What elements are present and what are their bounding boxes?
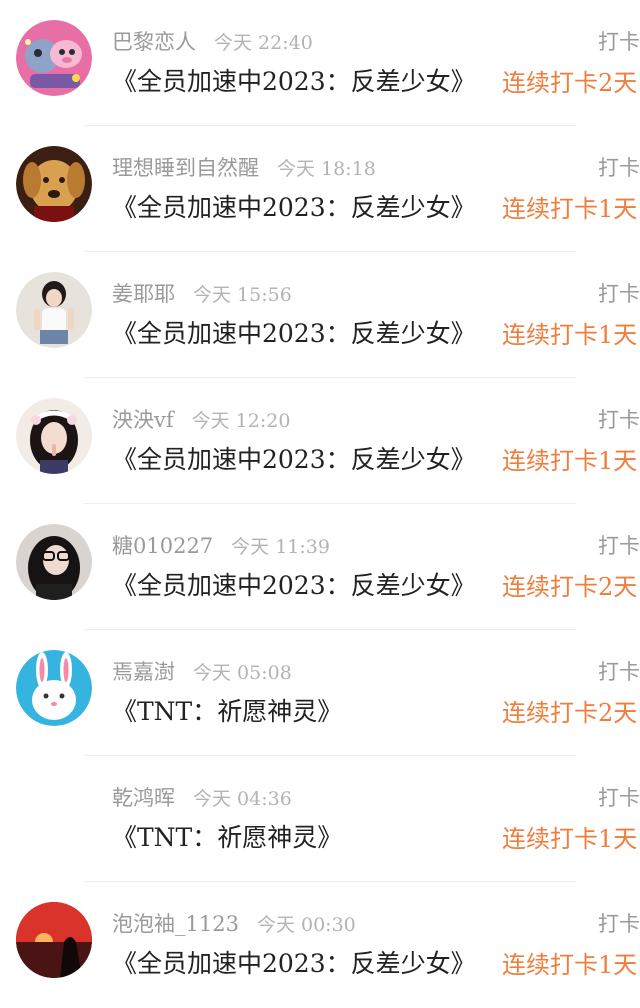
username[interactable]: 姜耶耶 — [112, 282, 175, 306]
username[interactable]: 泡泡袖_1123 — [112, 912, 239, 936]
streak-badge: 连续打卡1天 — [502, 195, 638, 223]
show-title[interactable]: 《全员加速中2023：反差少女》 — [112, 566, 490, 602]
checkin-item[interactable]: 糖010227 今天 11:39 打卡 《全员加速中2023：反差少女》 连续打卡… — [0, 504, 640, 630]
checkin-label: 打卡 — [598, 30, 640, 54]
show-title[interactable]: 《全员加速中2023：反差少女》 — [112, 440, 490, 476]
show-title[interactable]: 《TNT：祈愿神灵》 — [112, 818, 490, 854]
timestamp: 今天 22:40 — [214, 32, 313, 54]
username[interactable]: 乾鸿晖 — [112, 786, 175, 810]
show-title[interactable]: 《全员加速中2023：反差少女》 — [112, 314, 490, 350]
show-title[interactable]: 《全员加速中2023：反差少女》 — [112, 62, 490, 98]
checkin-label: 打卡 — [598, 534, 640, 558]
checkin-item[interactable]: 理想睡到自然醒 今天 18:18 打卡 《全员加速中2023：反差少女》 连续打卡… — [0, 126, 640, 252]
checkin-item[interactable]: 泡泡袖_1123 今天 00:30 打卡 《全员加速中2023：反差少女》 连续打… — [0, 882, 640, 1008]
checkin-list: 巴黎恋人 今天 22:40 打卡 《全员加速中2023：反差少女》 连续打卡2天 … — [0, 0, 640, 979]
checkin-label: 打卡 — [598, 660, 640, 684]
streak-badge: 连续打卡1天 — [502, 321, 638, 349]
username[interactable]: 理想睡到自然醒 — [112, 156, 259, 180]
checkin-label: 打卡 — [598, 408, 640, 432]
checkin-item[interactable]: 焉嘉澍 今天 05:08 打卡 《TNT：祈愿神灵》 连续打卡2天 — [0, 630, 640, 756]
streak-badge: 连续打卡2天 — [502, 69, 638, 97]
checkin-item[interactable]: 泱泱vf 今天 12:20 打卡 《全员加速中2023：反差少女》 连续打卡1天 — [0, 378, 640, 504]
item-meta: 焉嘉澍 今天 05:08 — [112, 656, 292, 686]
streak-badge: 连续打卡2天 — [502, 573, 638, 601]
username[interactable]: 巴黎恋人 — [112, 30, 196, 54]
username[interactable]: 焉嘉澍 — [112, 660, 175, 684]
checkin-item[interactable]: 姜耶耶 今天 15:56 打卡 《全员加速中2023：反差少女》 连续打卡1天 — [0, 252, 640, 378]
avatar[interactable] — [16, 650, 92, 726]
avatar[interactable] — [16, 524, 92, 600]
streak-badge: 连续打卡1天 — [502, 825, 638, 853]
avatar[interactable] — [16, 902, 92, 978]
timestamp: 今天 00:30 — [256, 914, 356, 936]
show-title[interactable]: 《全员加速中2023：反差少女》 — [112, 944, 490, 980]
checkin-item[interactable]: 巴黎恋人 今天 22:40 打卡 《全员加速中2023：反差少女》 连续打卡2天 — [0, 0, 640, 126]
username[interactable]: 泱泱vf — [112, 408, 174, 432]
streak-badge: 连续打卡2天 — [502, 699, 638, 727]
item-meta: 巴黎恋人 今天 22:40 — [112, 26, 313, 56]
item-meta: 泱泱vf 今天 12:20 — [112, 404, 290, 434]
item-meta: 姜耶耶 今天 15:56 — [112, 278, 292, 308]
checkin-label: 打卡 — [598, 282, 640, 306]
streak-badge: 连续打卡1天 — [502, 447, 638, 475]
timestamp: 今天 11:39 — [231, 536, 330, 558]
item-meta: 糖010227 今天 11:39 — [112, 530, 330, 560]
timestamp: 今天 04:36 — [193, 788, 292, 810]
timestamp: 今天 18:18 — [277, 158, 376, 180]
checkin-label: 打卡 — [598, 912, 640, 936]
timestamp: 今天 15:56 — [193, 284, 292, 306]
avatar[interactable] — [16, 20, 92, 96]
timestamp: 今天 05:08 — [193, 662, 292, 684]
checkin-label: 打卡 — [598, 786, 640, 810]
show-title[interactable]: 《全员加速中2023：反差少女》 — [112, 188, 490, 224]
show-title[interactable]: 《TNT：祈愿神灵》 — [112, 692, 490, 728]
checkin-label: 打卡 — [598, 156, 640, 180]
avatar[interactable] — [16, 146, 92, 222]
item-meta: 泡泡袖_1123 今天 00:30 — [112, 908, 356, 938]
item-meta: 理想睡到自然醒 今天 18:18 — [112, 152, 376, 182]
username[interactable]: 糖010227 — [112, 534, 213, 558]
timestamp: 今天 12:20 — [191, 410, 291, 432]
item-meta: 乾鸿晖 今天 04:36 — [112, 782, 292, 812]
checkin-item[interactable]: 乾鸿晖 今天 04:36 打卡 《TNT：祈愿神灵》 连续打卡1天 — [0, 756, 640, 882]
streak-badge: 连续打卡1天 — [502, 951, 638, 979]
avatar[interactable] — [16, 272, 92, 348]
avatar[interactable] — [16, 776, 92, 852]
avatar[interactable] — [16, 398, 92, 474]
